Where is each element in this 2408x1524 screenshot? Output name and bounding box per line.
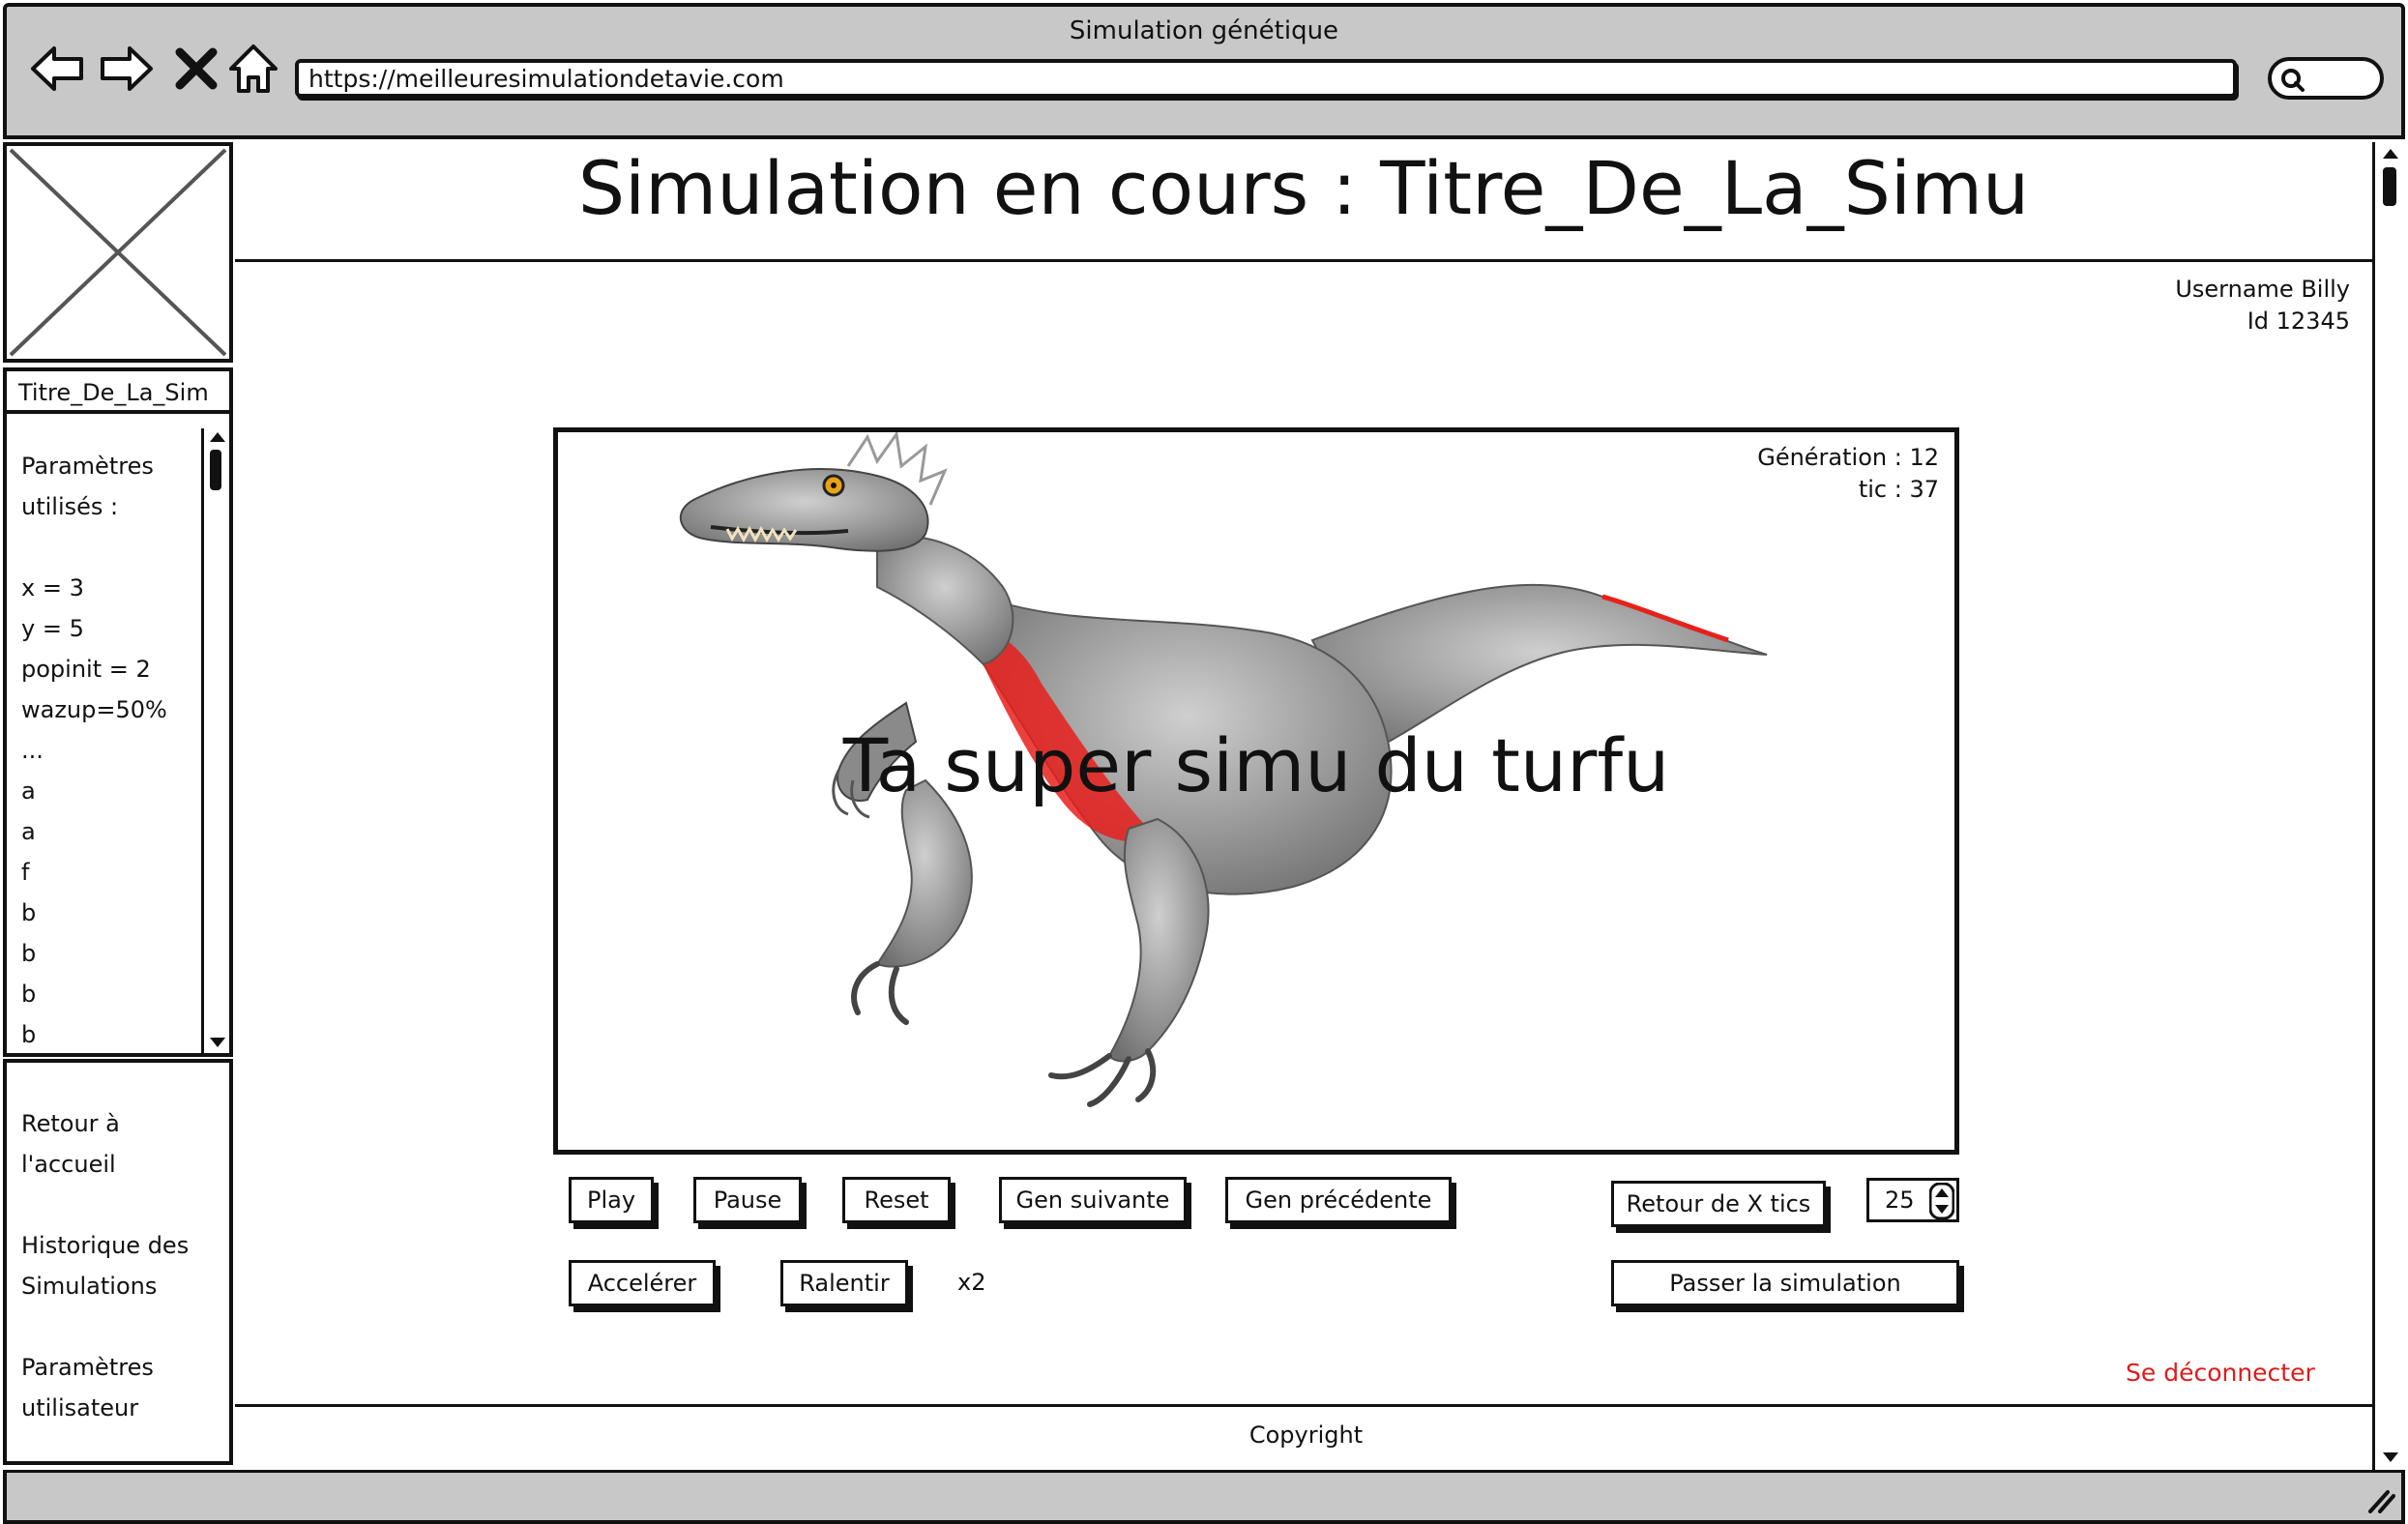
user-info: Username Billy Id 12345 — [2175, 274, 2350, 337]
page-title: Simulation en cours : Titre_De_La_Simu — [577, 145, 2030, 231]
username: Username Billy — [2175, 276, 2350, 303]
previous-generation-button[interactable]: Gen précédente — [1225, 1177, 1452, 1223]
params-heading: utilisés : — [21, 493, 119, 520]
param-item: f — [21, 859, 30, 886]
scroll-up-icon[interactable] — [2380, 146, 2401, 161]
home-icon[interactable] — [223, 39, 283, 99]
param-item: b — [21, 981, 37, 1008]
user-id: Id 12345 — [2246, 308, 2350, 335]
sidebar-menu: Retour à l'accueil Historique des Simula… — [3, 1059, 233, 1465]
tics-stepper[interactable]: 25 — [1866, 1178, 1959, 1222]
parameters-panel: Paramètres utilisés : x = 3 y = 5 popini… — [3, 414, 233, 1057]
simulation-overlay-text: Ta super simu du turfu — [842, 722, 1670, 808]
browser-status-bar — [3, 1470, 2405, 1524]
back-arrow-icon[interactable] — [27, 39, 87, 99]
param-item: b — [21, 899, 37, 926]
header-divider — [235, 259, 2372, 262]
browser-search-field[interactable] — [2268, 57, 2384, 100]
param-item: y = 5 — [21, 615, 84, 642]
forward-arrow-icon[interactable] — [97, 39, 157, 99]
scroll-up-icon[interactable] — [206, 428, 229, 446]
speed-up-button[interactable]: Accelérer — [569, 1260, 716, 1306]
next-generation-button[interactable]: Gen suivante — [999, 1177, 1187, 1223]
search-icon — [2281, 69, 2305, 92]
param-item: a — [21, 777, 36, 805]
params-scrollbar[interactable] — [201, 428, 230, 1055]
stepper-arrows-icon[interactable] — [1929, 1183, 1954, 1219]
scroll-down-icon[interactable] — [206, 1034, 229, 1051]
window-title: Simulation génétique — [1069, 16, 1339, 45]
logout-link[interactable]: Se déconnecter — [2126, 1359, 2315, 1387]
generation-count: Génération : 12 — [1757, 444, 1939, 471]
param-item: popinit = 2 — [21, 656, 151, 683]
param-item: wazup=50% — [21, 696, 167, 723]
tic-count: tic : 37 — [1858, 476, 1939, 503]
stepper-value: 25 — [1885, 1187, 1915, 1214]
param-item: a — [21, 818, 36, 845]
scroll-down-icon[interactable] — [2380, 1450, 2401, 1465]
menu-item-home[interactable]: Retour à l'accueil — [21, 1103, 120, 1185]
image-placeholder — [3, 142, 233, 363]
reset-button[interactable]: Reset — [842, 1177, 951, 1223]
speed-multiplier: x2 — [957, 1269, 986, 1296]
resize-grip-icon[interactable] — [2364, 1486, 2395, 1513]
slow-down-button[interactable]: Ralentir — [780, 1260, 908, 1306]
copyright-text: Copyright — [1248, 1421, 1364, 1449]
param-item: b — [21, 940, 37, 967]
footer-divider — [235, 1404, 2372, 1407]
scroll-thumb[interactable] — [2383, 167, 2396, 206]
params-heading: Paramètres — [21, 453, 154, 480]
simulation-viewport[interactable]: Génération : 12 tic : 37 Ta super simu d… — [553, 427, 1959, 1155]
pause-button[interactable]: Pause — [693, 1177, 802, 1223]
menu-item-history[interactable]: Historique des Simulations — [21, 1225, 189, 1306]
scroll-thumb[interactable] — [210, 450, 221, 490]
skip-simulation-button[interactable]: Passer la simulation — [1611, 1260, 1959, 1306]
menu-item-user-settings[interactable]: Paramètres utilisateur — [21, 1347, 154, 1428]
close-icon[interactable] — [166, 39, 226, 99]
play-button[interactable]: Play — [569, 1177, 654, 1223]
sidebar-sim-tab[interactable]: Titre_De_La_Sim — [3, 367, 233, 414]
param-item: b — [21, 1021, 37, 1048]
param-item: ... — [21, 737, 44, 764]
page-scrollbar[interactable] — [2372, 142, 2405, 1472]
param-item: x = 3 — [21, 574, 84, 601]
back-x-tics-button[interactable]: Retour de X tics — [1611, 1181, 1826, 1227]
url-input[interactable]: https://meilleuresimulationdetavie.com — [295, 59, 2237, 98]
generation-info: Génération : 12 tic : 37 — [1757, 442, 1939, 506]
